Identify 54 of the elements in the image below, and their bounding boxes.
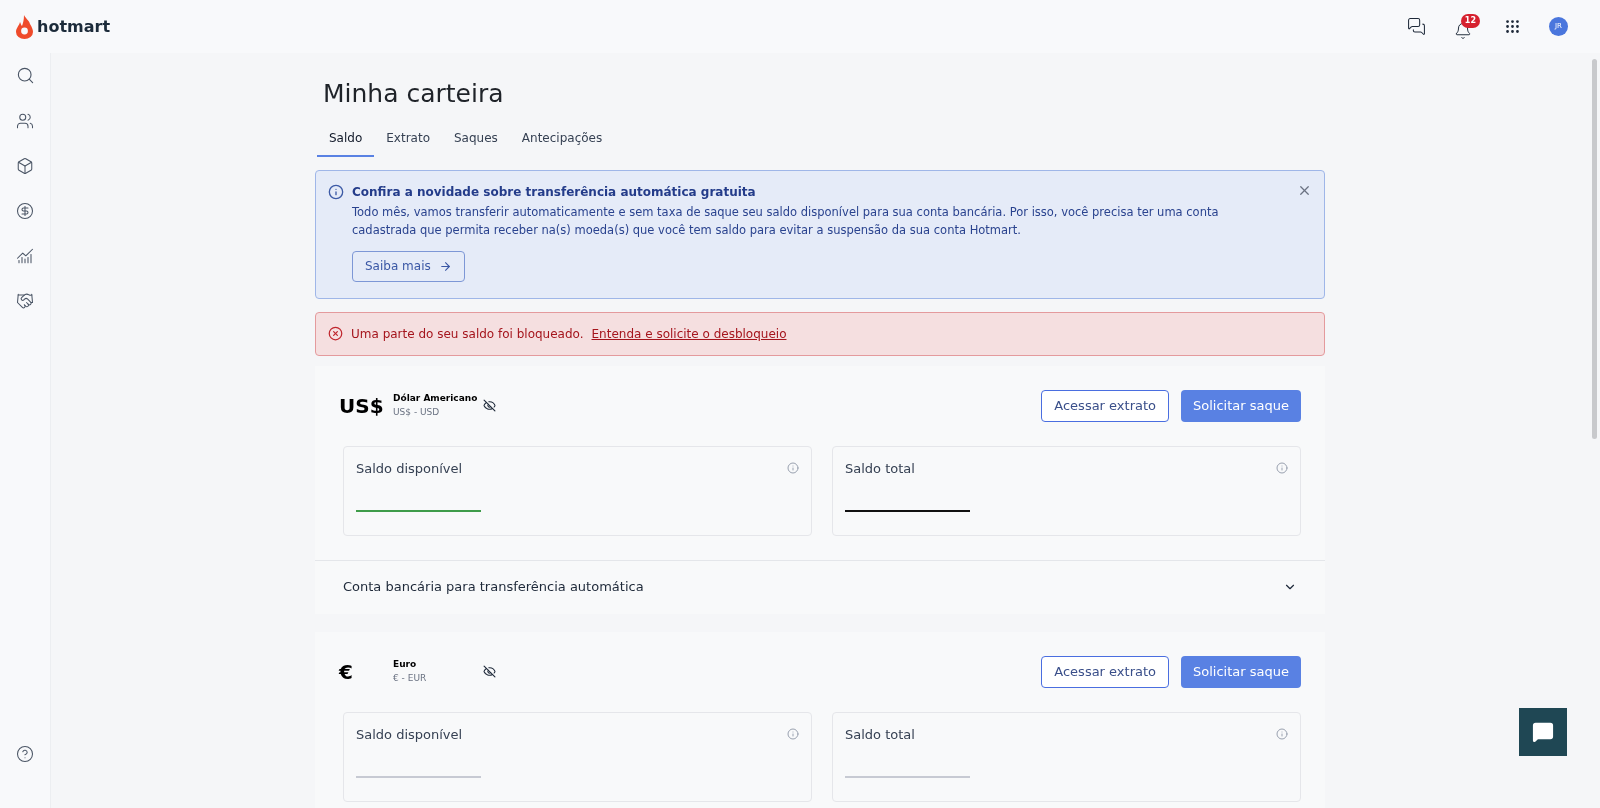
tab[interactable]: Saques (442, 124, 510, 157)
chat-icon (1407, 17, 1426, 36)
tab[interactable]: Saldo (317, 124, 375, 157)
learn-more-button[interactable]: Saiba mais (352, 250, 465, 282)
arrow-right-icon (438, 259, 452, 273)
alert-title: Confira a novidade sobre transferência automática gratuita (352, 183, 757, 201)
chart-icon (16, 246, 34, 265)
statement-button[interactable]: Acessar extrato (1041, 655, 1170, 688)
statement-button[interactable]: Acessar extrato (1041, 389, 1170, 422)
handshake-icon (16, 291, 34, 310)
currency-name: Euro (393, 658, 418, 671)
box-icon (16, 156, 34, 175)
chat-bubble-icon (1532, 721, 1554, 743)
currency-symbol: US$ (339, 392, 385, 420)
info-icon (1276, 462, 1288, 475)
info-icon (787, 462, 799, 475)
eye-off-icon (483, 399, 496, 412)
currency-code: € - EUR (393, 671, 428, 685)
withdraw-button[interactable]: Solicitar saque (1181, 389, 1301, 422)
logo-text: hotmart (37, 15, 111, 38)
hide-balance-button[interactable] (483, 665, 496, 678)
notification-count: 12 (1460, 13, 1480, 28)
currency-name: Dólar Americano (393, 392, 479, 405)
balance-label: Saldo total (845, 725, 915, 744)
page-title: Minha carteira (323, 78, 505, 110)
help-icon (16, 744, 34, 763)
unblock-link[interactable]: Entenda e solicite o desbloqueio (591, 324, 787, 343)
balance-label: Saldo disponível (356, 459, 463, 478)
error-text: Uma parte do seu saldo foi bloqueado. (351, 325, 584, 343)
eye-off-icon (483, 665, 496, 678)
tab[interactable]: Antecipações (509, 124, 615, 157)
search-icon (15, 66, 35, 85)
alert-text: Todo mês, vamos transferir automaticamente e sem taxa de saque seu saldo disponível para sua conta bancária. Por isso, você precisa ter uma conta cadastrada que permita receber na(s) moeda(s) que você tem saldo para evitar a suspensão da sua conta Hotmart. (352, 203, 1220, 239)
bell-icon (1454, 21, 1472, 40)
balance-label: Saldo disponível (356, 725, 463, 744)
bank-account-accordion[interactable]: Conta bancária para transferência automática (315, 559, 1325, 614)
dollar-circle-icon (16, 201, 34, 220)
hide-balance-button[interactable] (483, 399, 496, 412)
notifications-button[interactable]: 12 (1450, 13, 1480, 40)
error-icon (328, 326, 343, 341)
currency-code: US$ - USD (393, 405, 441, 419)
chat-widget-button[interactable] (1519, 708, 1567, 756)
info-icon (328, 183, 344, 200)
balance-label: Saldo total (845, 459, 915, 478)
withdraw-button[interactable]: Solicitar saque (1181, 655, 1301, 688)
tab[interactable]: Extrato (374, 124, 442, 157)
flame-logo-icon (16, 14, 33, 39)
apps-button[interactable] (1504, 18, 1521, 35)
grid-dots-icon (1504, 18, 1521, 35)
currency-symbol: € (339, 658, 354, 686)
info-icon (787, 728, 799, 741)
messages-button[interactable] (1407, 17, 1426, 36)
users-icon (16, 111, 34, 130)
info-icon (1276, 728, 1288, 741)
